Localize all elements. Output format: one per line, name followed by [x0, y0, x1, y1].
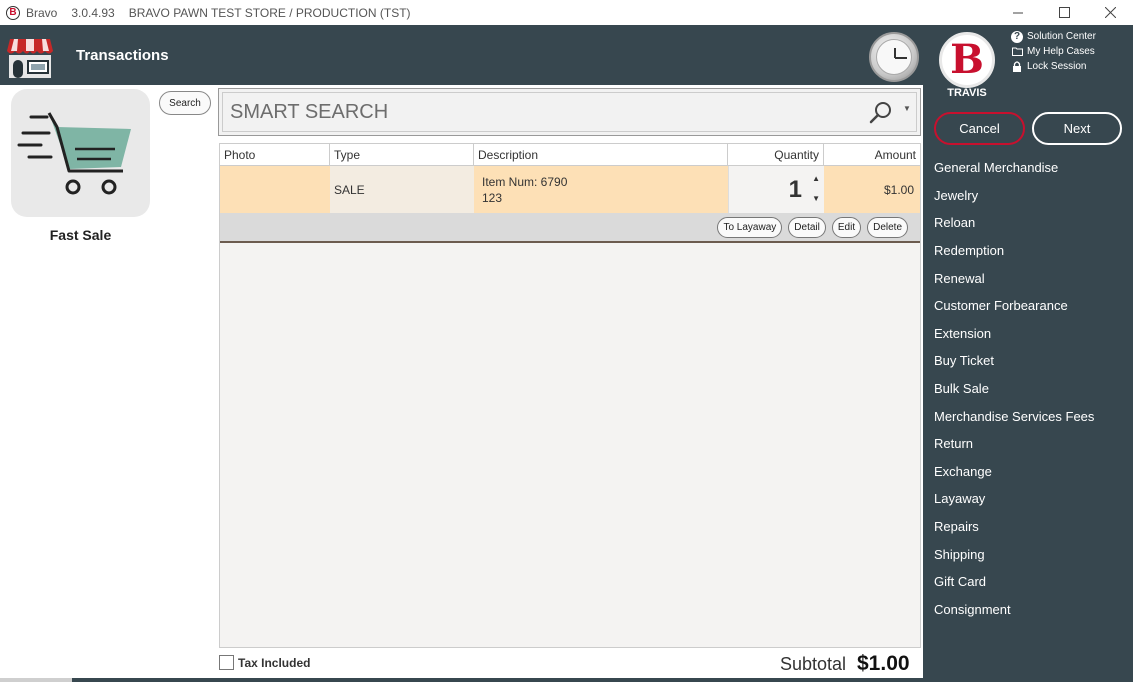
lock-session-link[interactable]: Lock Session: [1011, 59, 1096, 74]
maximize-button[interactable]: [1041, 0, 1087, 25]
clock-minute-hand: [895, 57, 907, 59]
menu-item-reloan[interactable]: Reloan: [934, 209, 1129, 237]
menu-item-merchandise-services-fees[interactable]: Merchandise Services Fees: [934, 402, 1129, 430]
grid-header: Photo Type Description Quantity Amount: [220, 144, 920, 166]
quantity-up-icon[interactable]: ▲: [812, 174, 820, 183]
column-header-description[interactable]: Description: [474, 144, 728, 166]
menu-item-general-merchandise[interactable]: General Merchandise: [934, 154, 1129, 182]
smart-search-box: ▼: [218, 88, 921, 136]
close-window-button[interactable]: [1087, 0, 1133, 25]
maximize-icon: [1058, 7, 1070, 18]
bottom-strip-segment: [0, 678, 72, 682]
column-header-type[interactable]: Type: [330, 144, 474, 166]
help-cases-link[interactable]: My Help Cases: [1011, 44, 1096, 59]
menu-item-consignment[interactable]: Consignment: [934, 596, 1129, 624]
row-amount: $1.00: [883, 182, 914, 197]
menu-item-gift-card[interactable]: Gift Card: [934, 568, 1129, 596]
menu-item-extension[interactable]: Extension: [934, 320, 1129, 348]
clock-icon: [869, 32, 919, 82]
quantity-down-icon[interactable]: ▼: [812, 194, 820, 203]
transaction-grid: Photo Type Description Quantity Amount S…: [219, 143, 921, 648]
solution-center-label: Solution Center: [1027, 31, 1096, 42]
fast-sale-label: Fast Sale: [49, 227, 112, 243]
quantity-value[interactable]: 1: [789, 176, 802, 204]
minimize-icon: [1012, 12, 1023, 14]
row-description: Item Num: 6790 123: [474, 166, 728, 213]
bravo-logo-icon: B: [950, 36, 984, 83]
shopping-cart-icon: [17, 112, 131, 195]
row-description-line2: 123: [482, 190, 503, 205]
lock-icon: [1011, 61, 1023, 73]
menu-item-layaway[interactable]: Layaway: [934, 485, 1129, 513]
search-button[interactable]: Search: [159, 91, 211, 115]
next-button[interactable]: Next: [1032, 112, 1122, 145]
menu-item-redemption[interactable]: Redemption: [934, 237, 1129, 265]
right-panel: B TRAVIS ? Solution Center My Help Cases…: [923, 25, 1133, 682]
page-title: Transactions: [76, 47, 169, 64]
column-header-amount[interactable]: Amount: [824, 144, 920, 166]
column-header-photo[interactable]: Photo: [220, 144, 330, 166]
table-row[interactable]: SALE Item Num: 6790 123 1 ▲ ▼ $1.00: [220, 166, 920, 213]
app-logo-icon: B: [6, 5, 20, 20]
edit-button[interactable]: Edit: [831, 216, 862, 238]
clock-face: [876, 39, 912, 75]
column-header-quantity[interactable]: Quantity: [728, 144, 824, 166]
menu-item-repairs[interactable]: Repairs: [934, 513, 1129, 541]
app-name: Bravo: [26, 5, 58, 20]
smart-search-input[interactable]: [222, 92, 917, 132]
user-name: TRAVIS: [947, 87, 987, 99]
tax-included-label: Tax Included: [238, 656, 311, 670]
search-icon[interactable]: [869, 101, 893, 125]
window-titlebar: B Bravo 3.0.4.93 BRAVO PAWN TEST STORE /…: [0, 0, 1133, 25]
row-actions: To Layaway Detail Edit Delete: [220, 213, 920, 243]
help-icon: ?: [1011, 30, 1023, 43]
storefront-icon: [7, 39, 53, 78]
help-cases-label: My Help Cases: [1027, 46, 1095, 57]
folder-icon: [1011, 46, 1023, 58]
menu-item-customer-forbearance[interactable]: Customer Forbearance: [934, 292, 1129, 320]
row-description-line1: Item Num: 6790: [482, 174, 568, 189]
close-icon: [1104, 7, 1116, 18]
quantity-stepper[interactable]: 1 ▲ ▼: [728, 166, 824, 213]
bottom-strip: [0, 678, 923, 682]
store-name: BRAVO PAWN TEST STORE / PRODUCTION (TST): [128, 5, 411, 20]
search-dropdown-icon[interactable]: ▼: [903, 104, 911, 113]
menu-item-exchange[interactable]: Exchange: [934, 458, 1129, 486]
row-photo: [220, 166, 330, 213]
lock-session-label: Lock Session: [1027, 61, 1087, 72]
transaction-type-menu: General Merchandise Jewelry Reloan Redem…: [934, 154, 1129, 623]
app-logo-letter: B: [9, 7, 17, 18]
cancel-button[interactable]: Cancel: [934, 112, 1025, 145]
solution-center-link[interactable]: ? Solution Center: [1011, 29, 1096, 44]
to-layaway-button[interactable]: To Layaway: [717, 216, 783, 238]
fast-sale-tile[interactable]: [11, 89, 150, 217]
tax-included-checkbox[interactable]: [219, 655, 234, 670]
delete-button[interactable]: Delete: [867, 216, 908, 238]
menu-item-jewelry[interactable]: Jewelry: [934, 182, 1129, 210]
menu-item-return[interactable]: Return: [934, 430, 1129, 458]
menu-item-renewal[interactable]: Renewal: [934, 264, 1129, 292]
user-avatar[interactable]: B: [939, 32, 995, 88]
top-links: ? Solution Center My Help Cases Lock Ses…: [1011, 29, 1096, 74]
subtotal-label: Subtotal: [780, 654, 847, 674]
menu-item-buy-ticket[interactable]: Buy Ticket: [934, 347, 1129, 375]
menu-item-shipping[interactable]: Shipping: [934, 540, 1129, 568]
subtotal-value: $1.00: [857, 652, 910, 675]
app-version: 3.0.4.93: [71, 5, 115, 20]
row-type: SALE: [330, 166, 474, 213]
window-controls: [995, 0, 1133, 25]
detail-button[interactable]: Detail: [788, 216, 826, 238]
menu-item-bulk-sale[interactable]: Bulk Sale: [934, 375, 1129, 403]
minimize-button[interactable]: [995, 0, 1041, 25]
